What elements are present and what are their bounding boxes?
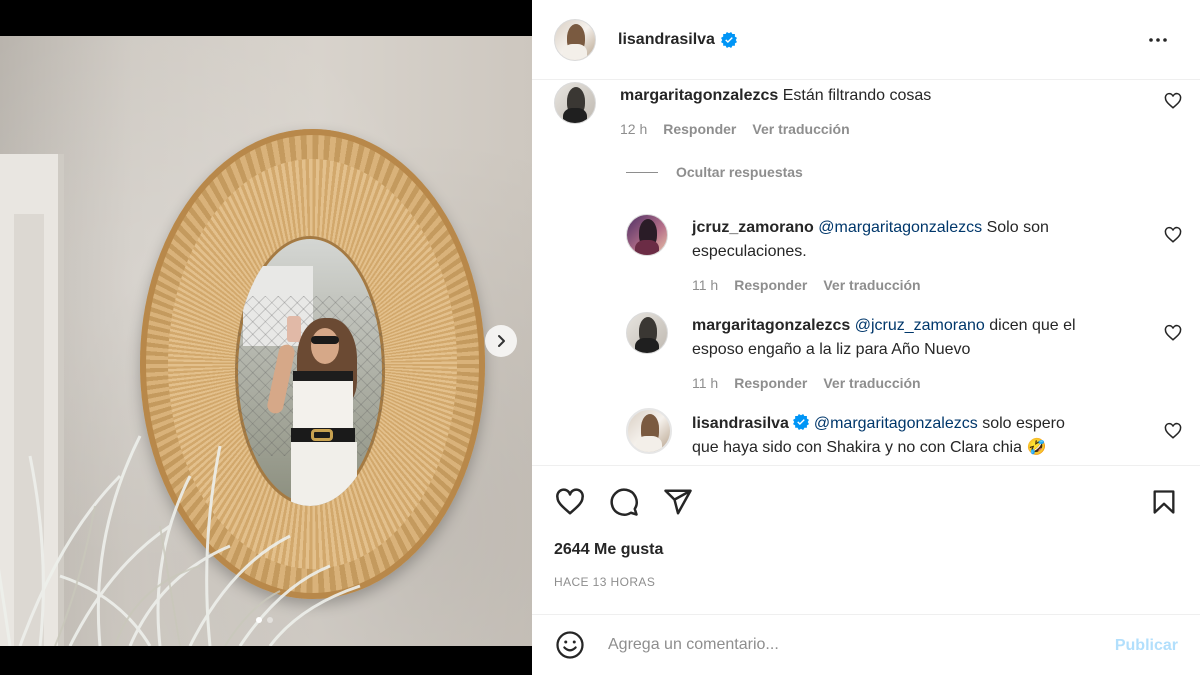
like-comment-heart-icon[interactable] [1164, 92, 1182, 110]
comment-content: solo espero [982, 415, 1065, 432]
bookmark-icon [1153, 490, 1175, 514]
save-button[interactable] [1148, 486, 1180, 518]
more-options-button[interactable] [1144, 26, 1172, 54]
translate-button[interactable]: Ver traducción [752, 117, 849, 141]
reflection-top [293, 371, 353, 431]
hide-replies-label[interactable]: Ocultar respuestas [676, 164, 803, 180]
window-frame [0, 154, 64, 646]
comment-content: especulaciones. [692, 243, 807, 260]
likes-count[interactable]: 2644 Me gusta [554, 541, 663, 559]
publish-button[interactable]: Publicar [1115, 637, 1178, 655]
like-button[interactable] [554, 486, 586, 518]
mention-link[interactable]: @margaritagonzalezcs [818, 219, 982, 236]
next-slide-button[interactable] [485, 325, 517, 357]
comment-content: esposo engaño a la liz para Año Nuevo [692, 341, 971, 358]
chevron-right-icon [498, 335, 505, 347]
carousel-dot-active [256, 617, 262, 623]
emoji-button[interactable] [554, 629, 586, 661]
comment-content: Solo son [986, 219, 1049, 236]
comment-meta: 12 h Responder Ver traducción [620, 117, 931, 141]
comment-text: margaritagonzalezcs Están filtrando cosa… [620, 84, 931, 108]
carousel-dot [267, 617, 273, 623]
reply-text: margaritagonzalezcs @jcruz_zamorano dice… [692, 314, 1076, 362]
comment-username[interactable]: lisandrasilva [692, 415, 789, 432]
reply-button[interactable]: Responder [734, 273, 807, 297]
comment-meta: 11 h Responder Ver traducción [692, 273, 1049, 297]
reflection-sunglasses [311, 336, 339, 344]
comment-username[interactable]: jcruz_zamorano [692, 219, 814, 236]
verified-badge-icon [720, 31, 737, 48]
comment-time: 12 h [620, 121, 648, 137]
mirror-reflection [235, 236, 385, 506]
commenter-avatar[interactable] [626, 408, 672, 454]
reflection-face [311, 328, 339, 364]
post-media [0, 0, 532, 675]
reply-text: lisandrasilva @margaritagonzalezcs solo … [692, 412, 1065, 460]
author-username-text[interactable]: lisandrasilva [618, 31, 715, 49]
comments-list: margaritagonzalezcs Están filtrando cosa… [532, 80, 1200, 465]
share-icon [664, 489, 692, 515]
comment-time: 11 h [692, 375, 719, 391]
comment-username[interactable]: margaritagonzalezcs [620, 87, 778, 104]
reflection-phone [287, 316, 301, 342]
comment-username[interactable]: margaritagonzalezcs [692, 317, 850, 334]
comment-item: margaritagonzalezcs Están filtrando cosa… [554, 82, 931, 141]
reply-item: lisandrasilva @margaritagonzalezcs solo … [626, 408, 1065, 460]
post-actions: 2644 Me gusta HACE 13 HORAS [532, 465, 1200, 615]
author-avatar[interactable] [554, 18, 596, 61]
share-button[interactable] [662, 486, 694, 518]
hide-replies-button[interactable]: Ocultar respuestas [626, 164, 803, 180]
comment-content: que haya sido con Shakira y no con Clara… [692, 439, 1022, 456]
replies-divider [626, 171, 658, 173]
heart-icon [556, 488, 584, 515]
carousel-indicator [256, 617, 273, 623]
reflection-skirt [291, 442, 357, 506]
mention-link[interactable]: @jcruz_zamorano [855, 317, 985, 334]
more-options-icon [1149, 38, 1167, 42]
comment-input[interactable] [608, 636, 1088, 654]
post-header: lisandrasilva [532, 0, 1200, 80]
comment-button[interactable] [608, 486, 640, 518]
reply-item: jcruz_zamorano @margaritagonzalezcs Solo… [626, 214, 1049, 297]
emoji-icon [556, 631, 584, 659]
laughing-emoji: 🤣 [1026, 439, 1047, 456]
commenter-avatar[interactable] [554, 82, 596, 124]
mention-link[interactable]: @margaritagonzalezcs [814, 415, 978, 432]
commenter-avatar[interactable] [626, 214, 668, 256]
like-comment-heart-icon[interactable] [1164, 226, 1182, 244]
post-photo [0, 36, 532, 646]
comment-content: dicen que el [989, 317, 1076, 334]
reply-text: jcruz_zamorano @margaritagonzalezcs Solo… [692, 216, 1049, 264]
comment-meta: 11 h Responder Ver traducción [692, 371, 1076, 395]
post-sidebar: lisandrasilva margaritagonzalezcs Están … [532, 0, 1200, 675]
comment-icon [610, 488, 638, 516]
author-username[interactable]: lisandrasilva [618, 31, 737, 49]
translate-button[interactable]: Ver traducción [823, 273, 920, 297]
post-timestamp: HACE 13 HORAS [554, 575, 656, 589]
reply-button[interactable]: Responder [663, 117, 736, 141]
translate-button[interactable]: Ver traducción [823, 371, 920, 395]
comment-time: 11 h [692, 277, 719, 293]
reply-item: margaritagonzalezcs @jcruz_zamorano dice… [626, 312, 1076, 395]
reflection-buckle [311, 429, 333, 441]
comment-content: Están filtrando cosas [782, 87, 932, 104]
comment-composer: Publicar [532, 614, 1200, 675]
like-comment-heart-icon[interactable] [1164, 422, 1182, 440]
reply-button[interactable]: Responder [734, 371, 807, 395]
like-comment-heart-icon[interactable] [1164, 324, 1182, 342]
commenter-avatar[interactable] [626, 312, 668, 354]
rattan-mirror [140, 129, 485, 599]
verified-badge-icon [793, 414, 810, 430]
